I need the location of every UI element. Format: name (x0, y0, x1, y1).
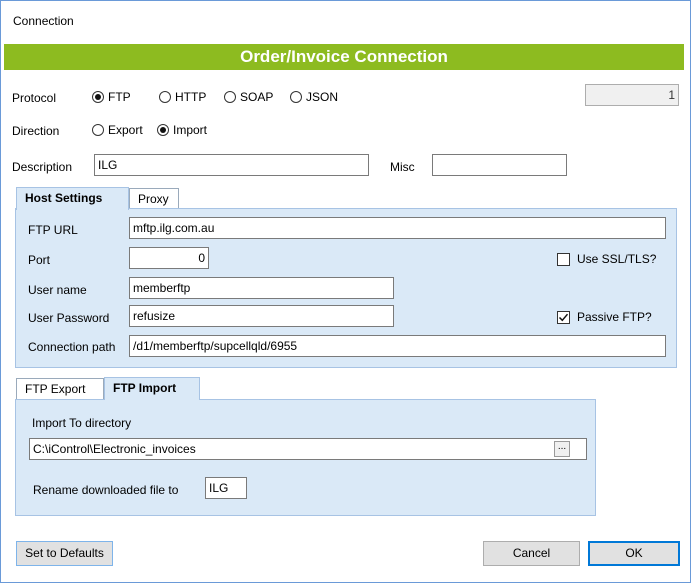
protocol-http-label: HTTP (175, 90, 207, 104)
import-dir-label: Import To directory (32, 416, 132, 430)
ftp-import-panel: Import To directory C:\iControl\Electron… (15, 399, 596, 516)
direction-import-radio[interactable] (157, 124, 169, 136)
misc-input[interactable] (432, 154, 567, 176)
cancel-button[interactable]: Cancel (483, 541, 580, 566)
passive-ftp-checkbox[interactable] (557, 311, 570, 324)
window-title: Connection (13, 14, 74, 28)
protocol-label: Protocol (12, 91, 57, 105)
connection-path-label: Connection path (28, 340, 116, 354)
tab-host-settings-label: Host Settings (25, 191, 103, 205)
user-password-input[interactable]: refusize (129, 305, 394, 327)
ok-button[interactable]: OK (588, 541, 680, 566)
protocol-ftp-label: FTP (108, 90, 131, 104)
ftp-url-input[interactable]: mftp.ilg.com.au (129, 217, 666, 239)
direction-label: Direction (12, 124, 60, 138)
user-password-label: User Password (28, 311, 110, 325)
port-label: Port (28, 253, 51, 267)
counter-field: 1 (585, 84, 679, 106)
port-input[interactable]: 0 (129, 247, 209, 269)
misc-label: Misc (390, 160, 415, 174)
tab-host-settings[interactable]: Host Settings (16, 187, 129, 210)
host-settings-panel: FTP URL mftp.ilg.com.au Port 0 Use SSL/T… (15, 208, 677, 368)
user-name-label: User name (28, 283, 87, 297)
rename-label: Rename downloaded file to (33, 483, 179, 497)
direction-import-label: Import (173, 123, 208, 137)
description-input[interactable]: ILG (94, 154, 369, 176)
protocol-http-radio[interactable] (159, 91, 171, 103)
use-ssl-label: Use SSL/TLS? (577, 252, 657, 266)
protocol-soap-radio[interactable] (224, 91, 236, 103)
protocol-json-radio[interactable] (290, 91, 302, 103)
ftp-url-label: FTP URL (28, 223, 78, 237)
protocol-soap-label: SOAP (240, 90, 274, 104)
browse-button[interactable]: ... (554, 441, 570, 457)
checkmark-icon (558, 313, 569, 322)
tab-proxy-label: Proxy (138, 192, 169, 206)
description-label: Description (12, 160, 73, 174)
tab-ftp-import[interactable]: FTP Import (104, 377, 200, 400)
set-defaults-button[interactable]: Set to Defaults (16, 541, 113, 566)
user-name-input[interactable]: memberftp (129, 277, 394, 299)
use-ssl-checkbox[interactable] (557, 253, 570, 266)
tab-ftp-import-label: FTP Import (113, 381, 177, 395)
protocol-json-label: JSON (306, 90, 339, 104)
tab-ftp-export-label: FTP Export (25, 382, 86, 396)
tab-ftp-export[interactable]: FTP Export (16, 378, 104, 400)
tab-proxy[interactable]: Proxy (129, 188, 179, 210)
connection-path-input[interactable]: /d1/memberftp/supcellqld/6955 (129, 335, 666, 357)
rename-input[interactable]: ILG (205, 477, 247, 499)
import-dir-input[interactable]: C:\iControl\Electronic_invoices (29, 438, 587, 460)
passive-ftp-label: Passive FTP? (577, 310, 652, 324)
title-bar: Connection (2, 2, 689, 40)
banner-title: Order/Invoice Connection (4, 44, 684, 70)
protocol-ftp-radio[interactable] (92, 91, 104, 103)
direction-export-label: Export (108, 123, 143, 137)
direction-export-radio[interactable] (92, 124, 104, 136)
